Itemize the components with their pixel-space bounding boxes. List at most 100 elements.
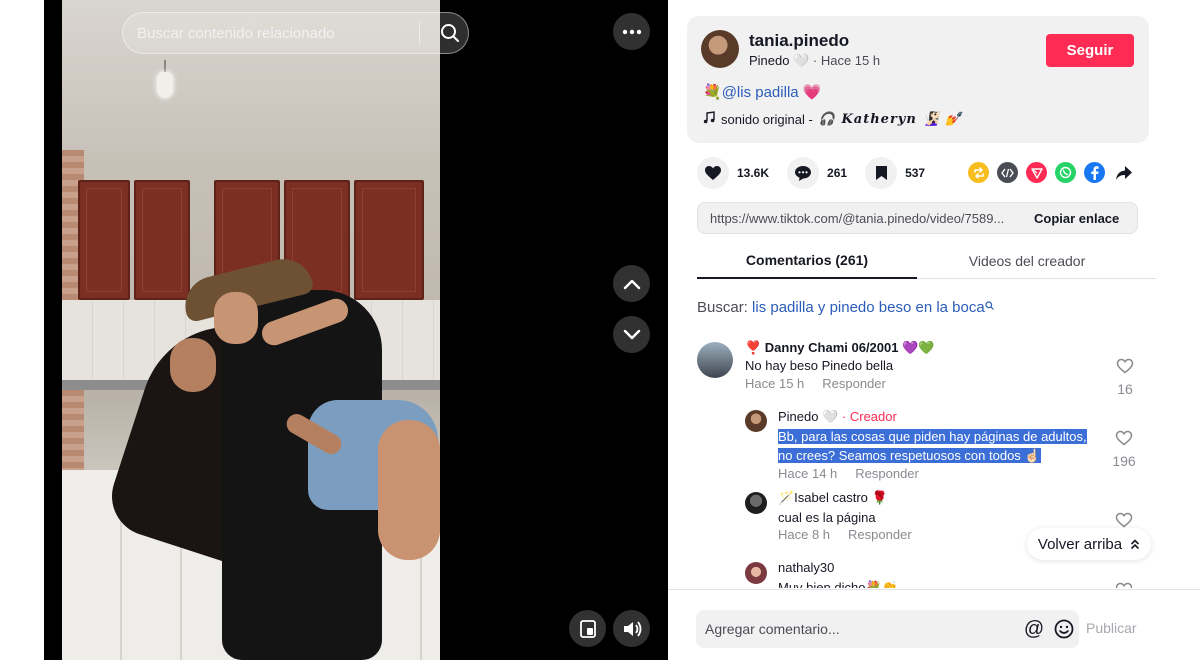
video-scene-face-man — [214, 292, 258, 344]
heart-outline-icon[interactable] — [1115, 430, 1133, 446]
comment-text: Muy bien dicho💐👏 — [778, 580, 898, 588]
music-prefix: sonido original - — [721, 111, 813, 127]
comment-username[interactable]: nathaly30 — [778, 560, 834, 575]
comment-username[interactable]: Pinedo 🤍 · Creador — [778, 409, 897, 425]
comment-composer: Agregar comentario... @ Publicar — [668, 589, 1200, 660]
comment-text-line-1: Bb, para las cosas que piden hay páginas… — [778, 429, 1087, 444]
next-video-chevron-down-icon[interactable] — [613, 316, 650, 353]
related-search-suggestion: Buscar: lis padilla y pinedo beso en la … — [697, 299, 994, 316]
comment-time: Hace 14 h — [778, 466, 838, 481]
comment-avatar[interactable] — [697, 342, 733, 378]
comment-input[interactable]: Agregar comentario... @ — [696, 610, 1079, 648]
video-description: 💐@lis padilla 💗 — [703, 83, 821, 101]
post-time: · Hace 15 h — [812, 53, 881, 68]
comment-text-line-2: no crees? Seamos respetuosos con todos ☝… — [778, 448, 1041, 463]
send-to-friends-icon[interactable] — [1026, 162, 1047, 183]
comment-time: Hace 15 h — [745, 376, 805, 391]
description-heart-emoji: 💗 — [802, 84, 822, 101]
video-scene-face-woman — [170, 338, 216, 392]
music-name: 🎧 𝑲𝒂𝒕𝒉𝒆𝒓𝒚𝒏 🧏🏻‍♀️ 💅 — [818, 111, 963, 127]
volume-icon[interactable] — [613, 610, 650, 647]
tab-creator-videos[interactable]: Videos del creador — [917, 242, 1137, 279]
comment-item: ❣️ Danny Chami 06/2001 💜💚 No hay beso Pi… — [697, 338, 1157, 398]
related-search-label: Buscar: — [697, 299, 748, 316]
comment-time: Hace 8 h — [778, 527, 831, 542]
details-panel: tania.pinedo Pinedo 🤍 · Hace 15 h Seguir… — [668, 0, 1200, 660]
heart-outline-icon[interactable] — [1116, 358, 1134, 374]
description-emoji: 💐 — [703, 84, 722, 101]
related-search-placeholder[interactable]: Buscar contenido relacionado — [137, 25, 419, 42]
comment-username[interactable]: ❣️ Danny Chami 06/2001 💜💚 — [745, 340, 934, 356]
bookmark-icon[interactable] — [865, 157, 898, 189]
reply-item-creator: Pinedo 🤍 · Creador Bb, para las cosas qu… — [745, 406, 1157, 486]
reply-button[interactable]: Responder — [848, 527, 912, 542]
comment-like-count: 196 — [1112, 453, 1136, 469]
comment-text: No hay beso Pinedo bella — [745, 358, 894, 373]
comment-meta: Hace 15 h Responder — [745, 376, 886, 391]
comment-avatar[interactable] — [745, 492, 767, 514]
comment-avatar[interactable] — [745, 562, 767, 584]
like-count: 13.6K — [737, 166, 770, 180]
heart-outline-icon[interactable] — [1115, 512, 1133, 528]
author-avatar[interactable] — [701, 30, 739, 68]
comment-bubble-icon[interactable] — [787, 157, 820, 189]
related-search-query-link[interactable]: lis padilla y pinedo beso en la boca — [752, 299, 985, 316]
tab-comments[interactable]: Comentarios (261) — [697, 242, 917, 279]
comment-text: Bb, para las cosas que piden hay páginas… — [778, 427, 1087, 465]
comment-like[interactable]: 16 — [1113, 358, 1137, 397]
comment-text: cual es la página — [778, 510, 876, 525]
comment-action[interactable]: 261 — [787, 157, 847, 189]
repost-icon[interactable] — [968, 162, 989, 183]
share-icons — [968, 162, 1134, 183]
reply-button[interactable]: Responder — [822, 376, 886, 391]
copy-link-box: https://www.tiktok.com/@tania.pinedo/vid… — [697, 202, 1138, 234]
video-frame[interactable] — [62, 0, 440, 660]
follow-button[interactable]: Seguir — [1046, 34, 1134, 67]
like-action[interactable]: 13.6K — [697, 157, 769, 189]
back-to-top-button[interactable]: Volver arriba — [1027, 528, 1151, 560]
heart-outline-icon[interactable] — [1115, 582, 1133, 588]
copy-link-button[interactable]: Copiar enlace — [1028, 211, 1119, 226]
action-bar: 13.6K 261 537 — [697, 157, 943, 189]
reply-button[interactable]: Responder — [855, 466, 919, 481]
panel-tabs: Comentarios (261) Videos del creador — [697, 242, 1156, 279]
search-icon[interactable] — [432, 23, 468, 43]
creator-name[interactable]: Pinedo 🤍 — [778, 409, 838, 424]
search-divider — [419, 21, 420, 45]
author-subline: Pinedo 🤍 · Hace 15 h — [749, 53, 880, 69]
comment-meta: Hace 14 h Responder — [778, 466, 919, 481]
music-note-icon — [703, 111, 715, 127]
video-url[interactable]: https://www.tiktok.com/@tania.pinedo/vid… — [698, 211, 1028, 226]
facebook-icon[interactable] — [1084, 162, 1105, 183]
more-options-icon[interactable] — [613, 13, 650, 50]
comment-count: 261 — [827, 166, 848, 180]
embed-code-icon[interactable] — [997, 162, 1018, 183]
related-search-bar[interactable]: Buscar contenido relacionado — [122, 12, 469, 54]
save-action[interactable]: 537 — [865, 157, 925, 189]
save-count: 537 — [905, 166, 926, 180]
description-mention-link[interactable]: @lis padilla — [722, 84, 799, 101]
emoji-icon[interactable] — [1049, 619, 1079, 639]
comment-like[interactable] — [1112, 582, 1136, 588]
search-small-icon — [985, 301, 994, 310]
comment-like-count: 16 — [1117, 381, 1133, 397]
back-to-top-label: Volver arriba — [1037, 535, 1123, 553]
floating-player-icon[interactable] — [569, 610, 606, 647]
previous-video-chevron-up-icon[interactable] — [613, 265, 650, 302]
comment-avatar[interactable] — [745, 410, 767, 432]
mention-at-icon[interactable]: @ — [1019, 618, 1049, 641]
author-username[interactable]: tania.pinedo — [749, 31, 849, 51]
comment-like[interactable]: 196 — [1104, 430, 1144, 469]
video-scene-lamp — [154, 60, 176, 100]
heart-icon[interactable] — [697, 157, 729, 189]
whatsapp-icon[interactable] — [1055, 162, 1076, 183]
creator-badge: · Creador — [841, 409, 897, 424]
publish-button[interactable]: Publicar — [1086, 620, 1137, 636]
video-player[interactable]: Buscar contenido relacionado — [44, 0, 668, 660]
music-link[interactable]: sonido original - 🎧 𝑲𝒂𝒕𝒉𝒆𝒓𝒚𝒏 🧏🏻‍♀️ 💅 — [703, 111, 962, 127]
share-arrow-icon[interactable] — [1113, 162, 1134, 183]
author-nickname: Pinedo 🤍 — [749, 53, 810, 68]
comment-username[interactable]: 🪄Isabel castro 🌹 — [778, 490, 888, 506]
author-card: tania.pinedo Pinedo 🤍 · Hace 15 h Seguir… — [687, 16, 1149, 143]
comment-input-placeholder[interactable]: Agregar comentario... — [705, 621, 1019, 637]
